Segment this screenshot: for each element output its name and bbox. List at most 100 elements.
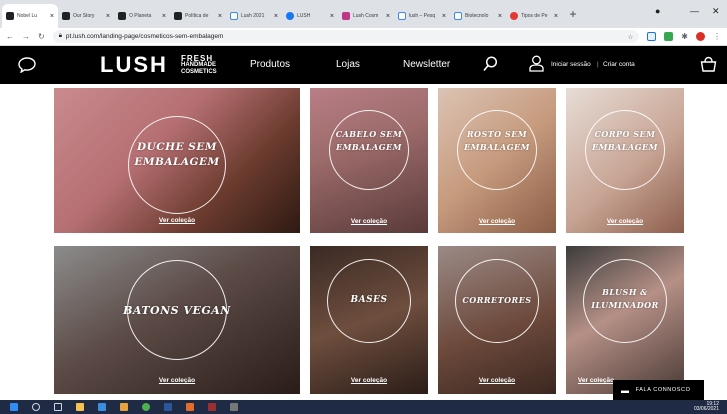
instagram-icon <box>342 12 350 20</box>
ver-colecao-link[interactable]: Ver coleção <box>54 377 300 384</box>
os-taskbar: 19:12 03/06/2021 <box>0 400 727 414</box>
basket-icon[interactable] <box>700 56 717 72</box>
puzzle-icon[interactable]: ✱ <box>681 32 688 41</box>
star-icon[interactable]: ☆ <box>627 33 633 41</box>
category-tile-blush[interactable]: BLUSH & ILUMINADOR Ver coleção <box>566 246 684 394</box>
back-arrow-icon[interactable]: ← <box>6 32 14 41</box>
mail-icon[interactable] <box>98 403 106 411</box>
category-tile-bases[interactable]: BASES Ver coleção <box>310 246 428 394</box>
tab-favicon-icon <box>174 12 182 20</box>
close-tab-icon[interactable]: × <box>106 13 110 20</box>
browser-tab-8[interactable]: lush – Pesq × <box>394 4 450 28</box>
lush-logo[interactable]: LUSH <box>100 54 168 76</box>
minimize-icon[interactable]: — <box>690 6 699 16</box>
google-icon <box>454 12 462 20</box>
close-window-icon[interactable]: ✕ <box>712 6 720 17</box>
forward-arrow-icon[interactable]: → <box>22 32 30 41</box>
ver-colecao-link[interactable]: Ver coleção <box>438 377 556 384</box>
illustrator-icon[interactable] <box>208 403 216 411</box>
task-view-icon[interactable] <box>54 403 62 411</box>
logo-tagline: FRESH HANDMADE COSMETICS <box>181 54 217 76</box>
category-tile-rosto[interactable]: ROSTO SEM EMBALAGEM Ver coleção <box>438 88 556 233</box>
site-header: LUSH FRESH HANDMADE COSMETICS Produtos L… <box>0 46 727 84</box>
tab-favicon-icon <box>6 12 14 20</box>
ver-colecao-link[interactable]: Ver coleção <box>310 377 428 384</box>
create-account-link[interactable]: Criar conta <box>603 61 635 68</box>
category-tile-cabelo[interactable]: CABELO SEM EMBALAGEM Ver coleção <box>310 88 428 233</box>
browser-toolbar: ← → ↻ 🔒︎ pt.lush.com/landing-page/cosmet… <box>0 28 727 46</box>
close-tab-icon[interactable]: × <box>386 13 390 20</box>
browser-tab-4[interactable]: Política de × <box>170 4 226 28</box>
chrome-icon[interactable] <box>142 403 150 411</box>
category-tile-corretores[interactable]: CORRETORES Ver coleção <box>438 246 556 394</box>
powerpoint-icon[interactable] <box>186 403 194 411</box>
close-tab-icon[interactable]: × <box>50 13 54 20</box>
close-tab-icon[interactable]: × <box>498 13 502 20</box>
search-icon[interactable] <box>483 56 498 72</box>
divider: | <box>597 61 599 68</box>
google-icon <box>398 12 406 20</box>
close-tab-icon[interactable]: × <box>162 13 166 20</box>
tile-title: BATONS VEGAN <box>123 304 231 317</box>
account-circle-icon[interactable]: ● <box>655 6 660 16</box>
new-tab-button[interactable]: + <box>562 7 584 21</box>
close-tab-icon[interactable]: × <box>330 13 334 20</box>
close-tab-icon[interactable]: × <box>274 13 278 20</box>
chat-label: FALA CONNOSCO <box>635 387 691 393</box>
chat-bubble-icon[interactable] <box>18 57 36 73</box>
extension-icon[interactable] <box>664 32 674 41</box>
facebook-icon <box>286 12 294 20</box>
close-tab-icon[interactable]: × <box>218 13 222 20</box>
tile-title: DUCHE SEM EMBALAGEM <box>134 141 220 168</box>
tile-title: CABELO SEM EMBALAGEM <box>335 129 403 152</box>
nav-lojas[interactable]: Lojas <box>336 59 360 70</box>
lock-icon: 🔒︎ <box>58 33 62 39</box>
tile-title: BLUSH & ILUMINADOR <box>591 287 659 310</box>
url-text: pt.lush.com/landing-page/cosmeticos-sem-… <box>65 33 224 40</box>
folder-icon[interactable] <box>120 403 128 411</box>
browser-tab-9[interactable]: Biotecnolo × <box>450 4 506 28</box>
browser-tab-6[interactable]: LUSH × <box>282 4 338 28</box>
word-icon[interactable] <box>164 403 172 411</box>
user-icon[interactable] <box>529 55 544 72</box>
system-tray[interactable]: 19:12 03/06/2021 <box>694 402 719 412</box>
ver-colecao-link[interactable]: Ver coleção <box>566 218 684 225</box>
google-icon <box>230 12 238 20</box>
tile-title: CORRETORES <box>462 295 532 305</box>
browser-tab-10[interactable]: Tipos de Pe × <box>506 4 562 28</box>
browser-tab-2[interactable]: Our Story × <box>58 4 114 28</box>
close-tab-icon[interactable]: × <box>442 13 446 20</box>
category-tile-batons[interactable]: BATONS VEGAN Ver coleção <box>54 246 300 394</box>
extension-icon[interactable] <box>647 32 657 41</box>
browser-tab-3[interactable]: O Planeta × <box>114 4 170 28</box>
menu-dots-icon[interactable]: ⋮ <box>713 32 721 41</box>
category-tile-corpo[interactable]: CORPO SEM EMBALAGEM Ver coleção <box>566 88 684 233</box>
chat-widget-button[interactable]: ▬ FALA CONNOSCO <box>613 380 704 400</box>
browser-tab-7[interactable]: Lush Cosm × <box>338 4 394 28</box>
browser-tab-strip: Nobel Lu × Our Story × O Planeta × Política… <box>0 0 727 28</box>
search-icon[interactable] <box>32 403 40 411</box>
profile-avatar[interactable] <box>696 32 705 41</box>
tile-title: ROSTO SEM EMBALAGEM <box>463 129 531 152</box>
browser-tab-1[interactable]: Nobel Lu × <box>2 4 58 28</box>
chat-icon: ▬ <box>621 385 630 395</box>
login-link[interactable]: Iniciar sessão <box>551 61 591 68</box>
browser-tab-5[interactable]: Lush 2021 × <box>226 4 282 28</box>
close-tab-icon[interactable]: × <box>554 13 558 20</box>
tab-favicon-icon <box>62 12 70 20</box>
category-tile-duche[interactable]: DUCHE SEM EMBALAGEM Ver coleção <box>54 88 300 233</box>
tile-title: BASES <box>350 295 388 305</box>
nav-newsletter[interactable]: Newsletter <box>403 59 450 70</box>
tile-title: CORPO SEM EMBALAGEM <box>591 129 659 152</box>
windows-start-icon[interactable] <box>10 403 18 411</box>
pinterest-icon <box>510 12 518 20</box>
ver-colecao-link[interactable]: Ver coleção <box>54 217 300 224</box>
app-icon[interactable] <box>230 403 238 411</box>
reload-icon[interactable]: ↻ <box>38 32 45 41</box>
tab-favicon-icon <box>118 12 126 20</box>
ver-colecao-link[interactable]: Ver coleção <box>310 218 428 225</box>
address-bar[interactable]: 🔒︎ pt.lush.com/landing-page/cosmeticos-s… <box>52 30 640 43</box>
ver-colecao-link[interactable]: Ver coleção <box>438 218 556 225</box>
file-explorer-icon[interactable] <box>76 403 84 411</box>
nav-produtos[interactable]: Produtos <box>250 59 290 70</box>
